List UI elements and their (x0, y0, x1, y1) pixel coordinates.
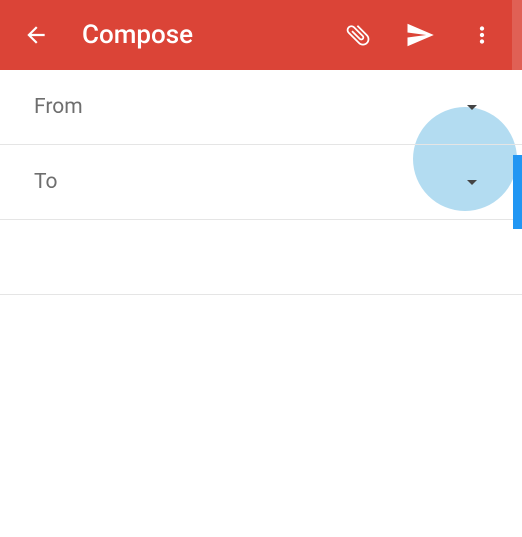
more-vert-icon (469, 22, 495, 48)
subject-row[interactable] (0, 220, 522, 295)
chevron-down-icon (460, 170, 484, 194)
send-icon (405, 20, 435, 50)
toolbar-edge-accent (512, 0, 522, 70)
to-label: To (34, 170, 452, 194)
from-row[interactable]: From (0, 70, 522, 145)
to-expand-button[interactable] (452, 162, 492, 202)
attach-button[interactable] (336, 13, 380, 57)
chevron-down-icon (460, 95, 484, 119)
back-button[interactable] (12, 11, 60, 59)
toolbar-actions (336, 13, 504, 57)
attachment-icon (344, 21, 372, 49)
scroll-indicator (513, 155, 522, 229)
more-button[interactable] (460, 13, 504, 57)
send-button[interactable] (398, 13, 442, 57)
from-label: From (34, 95, 452, 119)
compose-title: Compose (82, 20, 336, 50)
arrow-back-icon (23, 22, 49, 48)
from-expand-button[interactable] (452, 87, 492, 127)
compose-toolbar: Compose (0, 0, 522, 70)
to-row[interactable]: To (0, 145, 522, 220)
